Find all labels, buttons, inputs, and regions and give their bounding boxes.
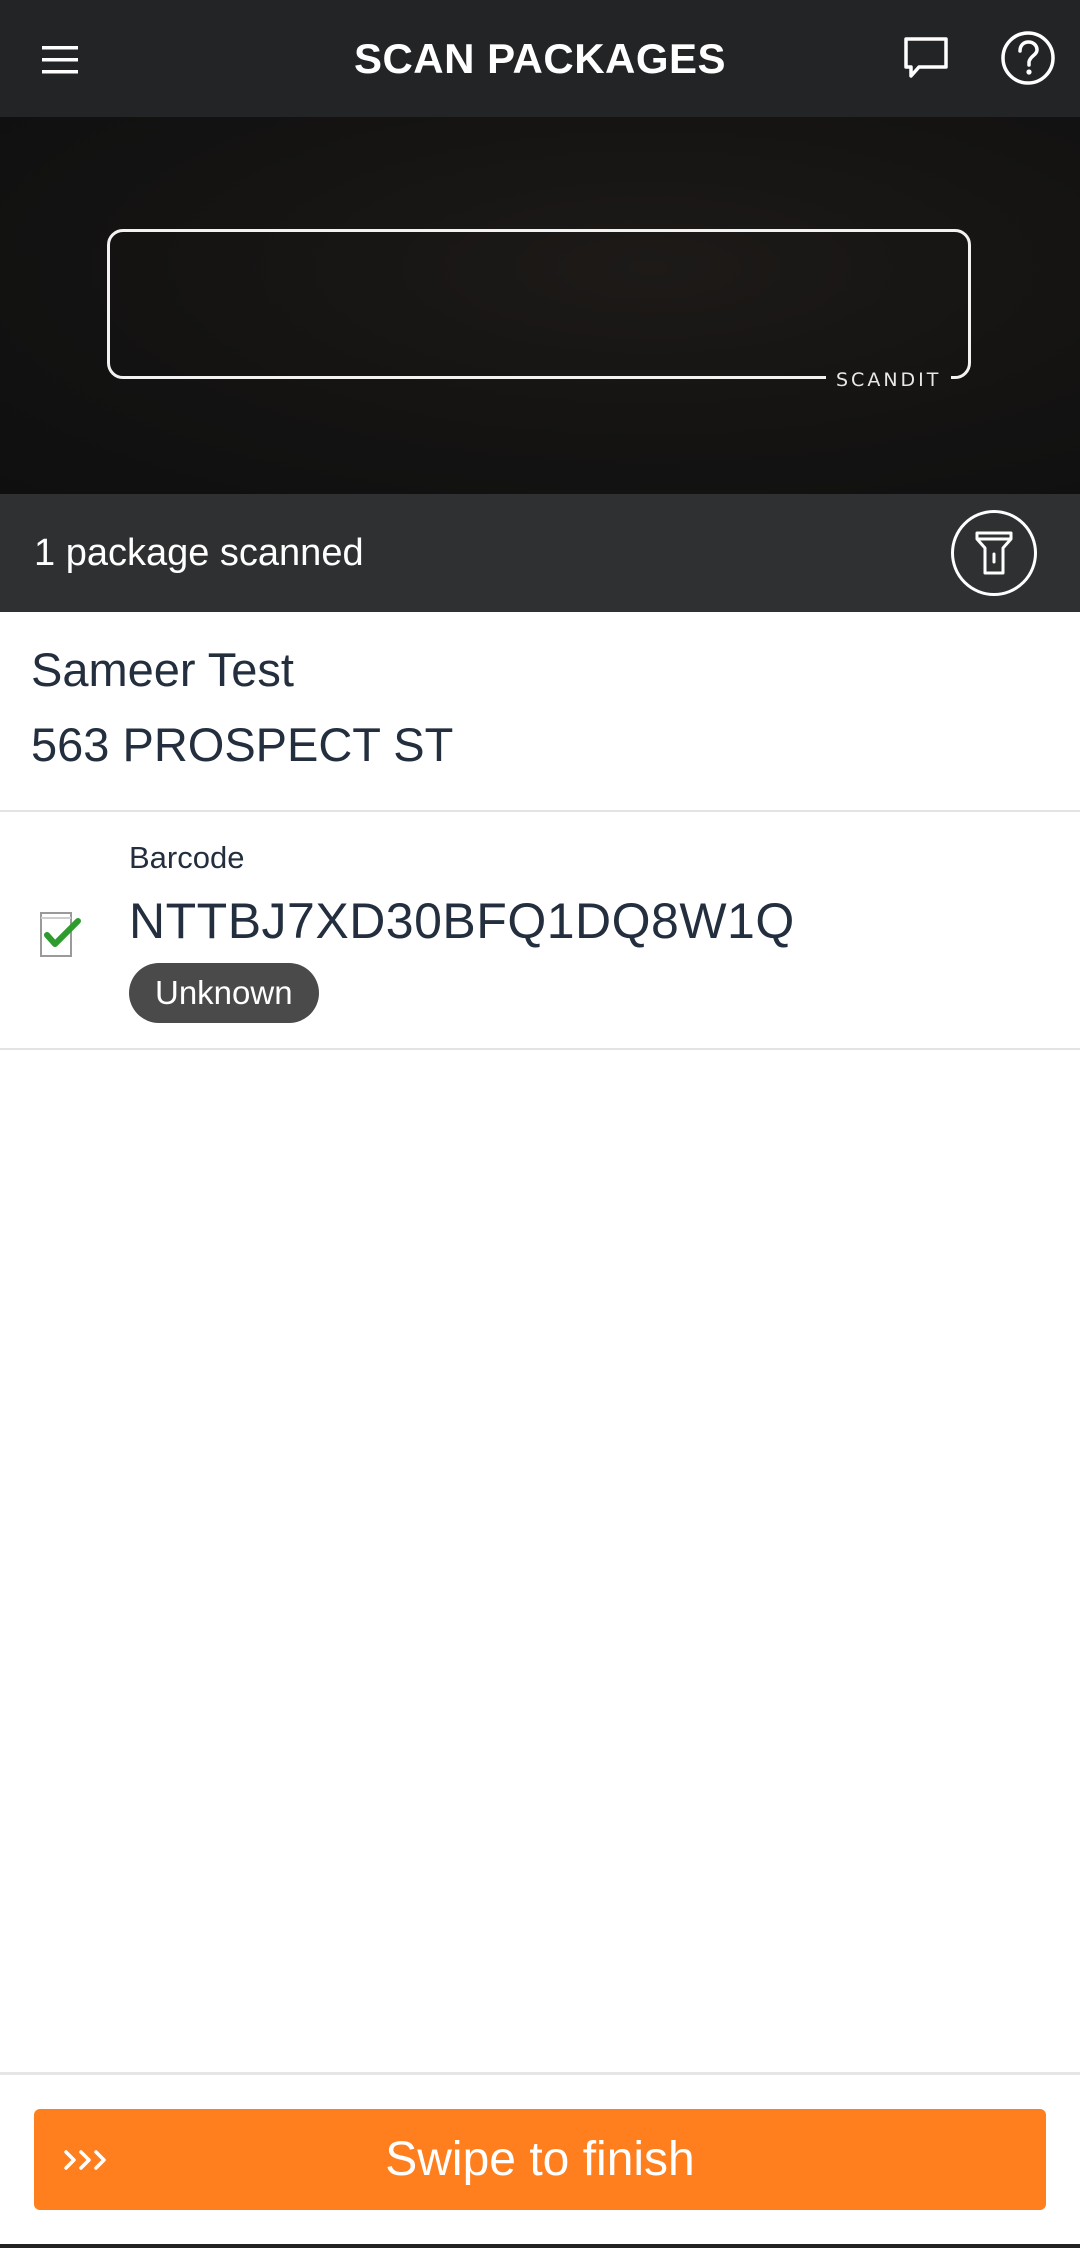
footer-divider: [0, 2072, 1080, 2075]
package-list-item[interactable]: Barcode NTTBJ7XD30BFQ1DQ8W1Q Unknown: [0, 812, 1080, 1050]
menu-button[interactable]: [22, 22, 98, 98]
checked-checkbox-icon[interactable]: [38, 904, 86, 960]
status-badge: Unknown: [129, 963, 319, 1023]
page-title: SCAN PACKAGES: [353, 35, 727, 82]
delivery-address: Sameer Test 563 PROSPECT ST: [0, 612, 1080, 812]
app-header: SCAN PACKAGES: [0, 0, 1080, 117]
screen-bottom-edge: [0, 2244, 1080, 2248]
flashlight-button[interactable]: [951, 510, 1037, 596]
camera-preview: SCANDIT: [0, 117, 1080, 494]
customer-name: Sameer Test: [31, 643, 294, 696]
barcode-value: NTTBJ7XD30BFQ1DQ8W1Q: [129, 893, 795, 949]
barcode-label: Barcode: [129, 840, 245, 875]
scandit-logo: SCANDIT: [826, 369, 952, 391]
chat-button[interactable]: [888, 26, 964, 90]
scan-viewfinder: [107, 229, 971, 379]
scan-status-bar: 1 package scanned: [0, 494, 1080, 612]
swipe-to-finish-button[interactable]: Swipe to finish: [34, 2109, 1046, 2210]
scan-packages-screen: SCAN PACKAGES SCANDIT 1 package scanned: [0, 0, 1080, 2248]
help-circle-icon: [1001, 31, 1055, 85]
hamburger-menu-icon: [42, 46, 78, 74]
help-button[interactable]: [990, 26, 1066, 90]
street-address: 563 PROSPECT ST: [31, 718, 454, 771]
swipe-label: Swipe to finish: [385, 2133, 695, 2186]
flashlight-icon: [975, 531, 1013, 575]
scanned-count: 1 package scanned: [34, 532, 364, 574]
chat-bubble-icon: [904, 37, 948, 78]
